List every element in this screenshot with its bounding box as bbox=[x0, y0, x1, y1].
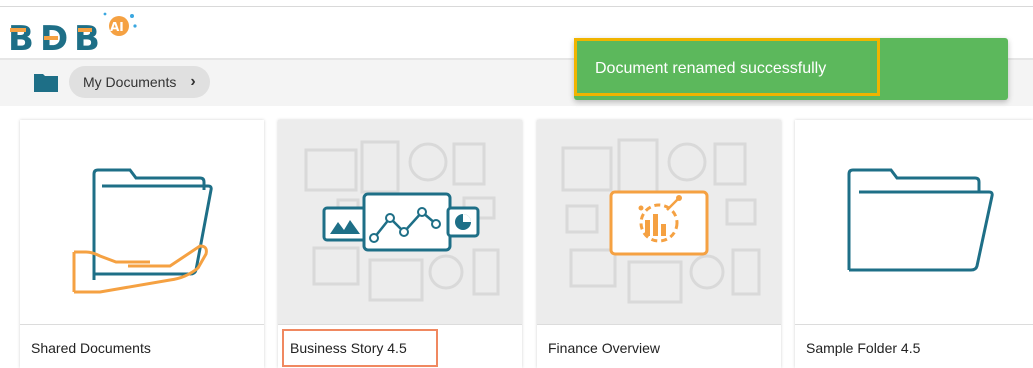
card-title: Shared Documents bbox=[31, 340, 151, 356]
breadcrumb-label: My Documents bbox=[83, 74, 177, 90]
card-divider bbox=[20, 324, 264, 325]
card-thumbnail bbox=[20, 120, 264, 324]
svg-text:B: B bbox=[74, 19, 100, 58]
card-divider bbox=[278, 324, 522, 325]
success-toast: Document renamed successfully bbox=[574, 38, 1008, 100]
svg-text:B: B bbox=[8, 19, 34, 58]
top-border bbox=[0, 6, 1033, 7]
document-card-finance-overview[interactable]: Finance Overview bbox=[537, 120, 781, 368]
document-card-shared-documents[interactable]: Shared Documents bbox=[20, 120, 264, 368]
card-thumbnail bbox=[537, 120, 781, 324]
logo-badge: AI bbox=[110, 20, 124, 34]
breadcrumb-my-documents[interactable]: My Documents › bbox=[69, 66, 210, 98]
chevron-right-icon: › bbox=[190, 73, 196, 90]
card-divider bbox=[537, 324, 781, 325]
card-thumbnail bbox=[278, 120, 522, 324]
dashboard-icon bbox=[561, 138, 761, 304]
card-divider bbox=[795, 324, 1033, 325]
document-card-sample-folder[interactable]: Sample Folder 4.5 bbox=[795, 120, 1033, 368]
shared-folder-icon bbox=[72, 168, 213, 294]
card-title: Finance Overview bbox=[548, 340, 661, 356]
bdb-logo: B D B AI bbox=[6, 8, 146, 58]
card-title: Business Story 4.5 bbox=[290, 340, 407, 356]
card-title: Sample Folder 4.5 bbox=[806, 340, 921, 356]
toast-message: Document renamed successfully bbox=[595, 60, 827, 77]
business-story-icon bbox=[304, 140, 500, 302]
card-thumbnail bbox=[795, 120, 1033, 324]
document-card-business-story[interactable]: Business Story 4.5 bbox=[278, 120, 522, 368]
folder-icon bbox=[847, 168, 994, 272]
folder-home-icon[interactable] bbox=[34, 72, 58, 92]
